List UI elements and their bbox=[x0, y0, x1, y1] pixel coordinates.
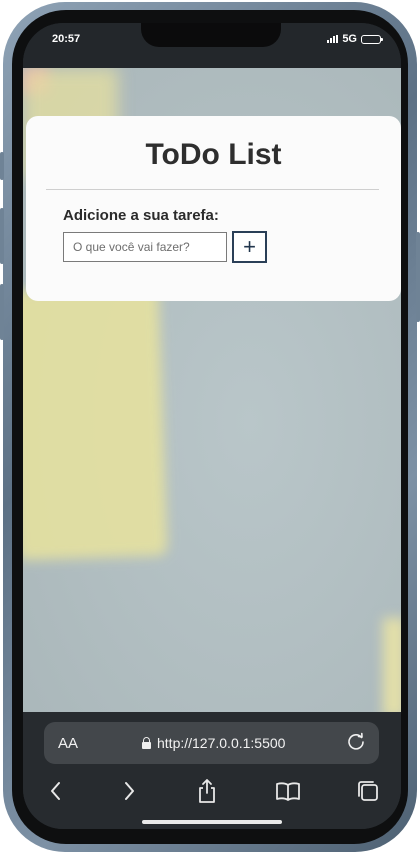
tabs-button[interactable] bbox=[353, 776, 383, 806]
web-content: ToDo List Adicione a sua tarefa: + bbox=[23, 68, 401, 712]
signal-icon bbox=[327, 35, 339, 43]
task-label: Adicione a sua tarefa: bbox=[63, 207, 219, 224]
volume-down-button bbox=[0, 284, 4, 340]
reload-icon[interactable] bbox=[345, 731, 367, 753]
background-sticky-note bbox=[383, 618, 401, 712]
battery-icon bbox=[361, 34, 383, 44]
status-time: 20:57 bbox=[52, 33, 81, 45]
status-bar: 20:57 5G bbox=[23, 23, 401, 68]
url-text: http://127.0.0.1:5500 bbox=[157, 735, 286, 751]
bookmarks-button[interactable] bbox=[273, 776, 303, 806]
network-label: 5G bbox=[342, 33, 357, 45]
back-button[interactable] bbox=[41, 776, 71, 806]
navigation-toolbar bbox=[23, 776, 401, 810]
text-size-button[interactable]: AA bbox=[58, 735, 78, 752]
share-button[interactable] bbox=[192, 776, 222, 806]
address-bar[interactable]: AA http://127.0.0.1:5500 bbox=[44, 722, 379, 764]
phone-screen: 20:57 5G ToDo List Adicione a sua tarefa… bbox=[23, 23, 401, 829]
browser-toolbar: AA http://127.0.0.1:5500 bbox=[23, 712, 401, 829]
status-indicators: 5G bbox=[327, 33, 383, 45]
camera-notch bbox=[141, 23, 281, 47]
task-input[interactable] bbox=[63, 232, 227, 262]
action-button bbox=[0, 152, 4, 180]
todo-card: ToDo List Adicione a sua tarefa: + bbox=[26, 116, 401, 301]
forward-button[interactable] bbox=[114, 776, 144, 806]
forward-icon bbox=[125, 782, 134, 800]
add-task-button[interactable]: + bbox=[232, 231, 267, 263]
bookmarks-icon bbox=[276, 782, 300, 801]
title-divider bbox=[46, 189, 379, 190]
url-display[interactable]: http://127.0.0.1:5500 bbox=[142, 735, 285, 751]
home-indicator[interactable] bbox=[142, 820, 282, 824]
tabs-icon bbox=[358, 781, 378, 801]
lock-icon bbox=[142, 737, 151, 749]
page-title: ToDo List bbox=[145, 138, 282, 171]
back-icon bbox=[51, 782, 60, 800]
power-button bbox=[416, 232, 420, 322]
share-icon bbox=[199, 779, 215, 803]
volume-up-button bbox=[0, 208, 4, 264]
background-sticky-note bbox=[23, 285, 168, 561]
